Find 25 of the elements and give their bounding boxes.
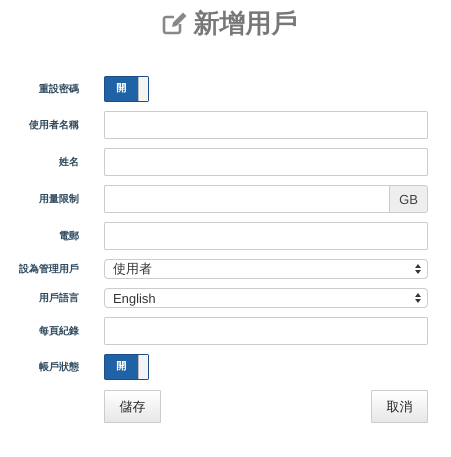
text-field[interactable] [104, 111, 428, 139]
field-label: 使用者名稱 [28, 118, 79, 132]
field-label: 設為管理用戶 [18, 262, 79, 276]
unit-label: GB [390, 185, 428, 213]
field-label: 用戶語言 [38, 291, 79, 305]
field-label: 姓名 [58, 156, 79, 169]
text-field[interactable] [104, 148, 428, 176]
field-label: 電郵 [58, 230, 79, 243]
field-label: 用量限制 [38, 192, 79, 206]
page-title: 新增用戶 [194, 8, 298, 38]
select-dropdown[interactable]: English [104, 288, 428, 308]
text-field[interactable] [104, 317, 428, 345]
form-button[interactable]: 儲存 [104, 390, 161, 423]
field-label: 每頁紀錄 [38, 324, 79, 338]
field-label: 帳戶狀態 [38, 360, 79, 374]
text-field[interactable] [104, 185, 390, 213]
edit-icon [162, 11, 188, 35]
field-label: 重設密碼 [38, 82, 79, 96]
toggle-switch[interactable]: 開 [104, 354, 149, 380]
form-button[interactable]: 取消 [371, 390, 428, 423]
sort-arrows-icon [415, 263, 421, 275]
sort-arrows-icon [415, 292, 421, 304]
toggle-switch[interactable]: 開 [104, 76, 149, 102]
select-dropdown[interactable]: 使用者 [104, 259, 428, 279]
text-field[interactable] [104, 222, 428, 250]
